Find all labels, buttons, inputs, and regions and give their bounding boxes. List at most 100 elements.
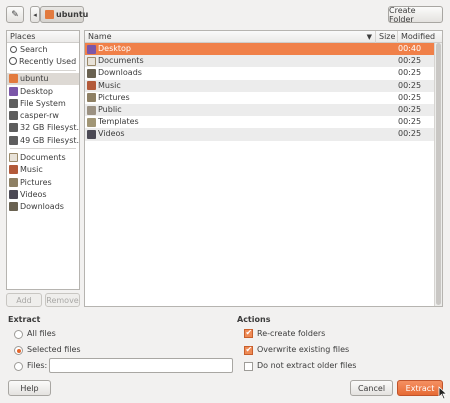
edit-location-button[interactable]: ✎ — [6, 6, 24, 23]
cancel-label: Cancel — [357, 383, 386, 393]
all-files-label[interactable]: All files — [27, 329, 56, 338]
folder-templates-icon — [87, 117, 96, 127]
file-name-cell: Downloads — [87, 67, 142, 79]
help-button[interactable]: Help — [8, 380, 51, 396]
file-modified: 00:40 — [398, 44, 422, 53]
sidebar-item-music[interactable]: Music — [7, 164, 79, 176]
left-arrow-icon: ◂ — [33, 10, 37, 19]
folder-music-icon — [87, 81, 96, 91]
file-modified: 00:25 — [398, 105, 422, 114]
table-row[interactable]: Desktop 00:40 — [85, 43, 434, 56]
recent-icon — [9, 57, 17, 66]
column-size[interactable]: Size — [376, 31, 398, 43]
overwrite-files-checkbox[interactable] — [244, 345, 253, 355]
table-row[interactable]: Public 00:25 — [85, 104, 434, 117]
file-modified: 00:25 — [398, 80, 422, 90]
sidebar-item-label: Search — [20, 44, 48, 54]
search-icon — [10, 45, 17, 53]
sidebar-item-casper-rw[interactable]: casper-rw — [7, 109, 79, 121]
home-icon — [45, 10, 54, 19]
sidebar-item-label: 49 GB Filesyst... — [20, 135, 79, 145]
file-name-cell: Pictures — [87, 92, 130, 104]
no-older-files-checkbox[interactable] — [244, 362, 253, 371]
column-modified[interactable]: Modified — [398, 31, 442, 43]
remove-label: Remove — [46, 295, 79, 305]
file-name: Videos — [98, 129, 125, 139]
places-separator — [10, 148, 76, 150]
recreate-folders-label[interactable]: Re-create folders — [257, 329, 325, 338]
places-separator — [10, 69, 76, 71]
file-name-cell: Templates — [87, 116, 139, 128]
selected-files-radio[interactable] — [14, 346, 23, 355]
sidebar-item-search[interactable]: Search — [7, 43, 79, 55]
sidebar-item-label: File System — [20, 98, 66, 108]
folder-videos-icon — [87, 129, 96, 139]
sidebar-item-downloads[interactable]: Downloads — [7, 201, 79, 213]
folder-downloads-icon — [87, 68, 96, 78]
folder-music-icon — [9, 165, 18, 175]
folder-videos-icon — [9, 189, 18, 199]
recreate-folders-checkbox[interactable] — [244, 328, 253, 338]
home-icon — [9, 74, 18, 84]
pencil-icon: ✎ — [11, 9, 19, 20]
file-modified: 00:25 — [398, 129, 422, 139]
sidebar-item-label: ubuntu — [20, 74, 49, 84]
table-row[interactable]: Templates 00:25 — [85, 116, 434, 128]
scrollbar-thumb[interactable] — [436, 43, 441, 305]
folder-public-icon — [87, 105, 96, 115]
file-name-cell: Music — [87, 80, 121, 92]
create-folder-button[interactable]: Create Folder — [388, 5, 443, 24]
overwrite-files-label[interactable]: Overwrite existing files — [257, 345, 349, 354]
cancel-button[interactable]: Cancel — [350, 380, 393, 396]
remove-place-button[interactable]: Remove — [45, 293, 80, 307]
sidebar-item-recently-used[interactable]: Recently Used — [7, 55, 79, 67]
column-name[interactable]: Name ▼ — [85, 31, 376, 43]
files-pattern-radio[interactable] — [14, 362, 23, 371]
places-list: Search Recently Used ubuntu Desktop File Sys… — [7, 43, 79, 213]
all-files-radio[interactable] — [14, 330, 23, 339]
sidebar-item-49-gb-filesyst[interactable]: 49 GB Filesyst... — [7, 134, 79, 146]
sidebar-item-file-system[interactable]: File System — [7, 97, 79, 109]
sidebar-item-label: Pictures — [20, 177, 52, 187]
sort-down-icon: ▼ — [366, 33, 372, 41]
folder-documents-icon — [87, 56, 96, 66]
sidebar-item-label: Music — [20, 165, 43, 175]
extract-title: Extract — [8, 315, 41, 324]
sidebar-item-pictures[interactable]: Pictures — [7, 176, 79, 188]
desktop-icon — [9, 86, 18, 96]
folder-pictures-icon — [9, 177, 18, 187]
create-folder-label: Create Folder — [389, 5, 416, 24]
add-place-button[interactable]: Add — [6, 293, 42, 307]
table-row[interactable]: Downloads 00:25 — [85, 67, 434, 79]
file-name-cell: Public — [87, 104, 122, 116]
file-name: Public — [98, 105, 122, 114]
sidebar-item-32-gb-filesyst[interactable]: 32 GB Filesyst... — [7, 122, 79, 134]
files-pattern-input[interactable] — [49, 358, 233, 373]
file-list[interactable]: Name ▼ Size Modified Desktop 00:40 Documen… — [84, 30, 443, 307]
mouse-cursor-icon — [438, 386, 448, 400]
back-path-button[interactable]: ◂ — [30, 6, 40, 23]
places-sidebar[interactable]: Places Search Recently Used ubuntu Desktop F… — [6, 30, 80, 290]
selected-files-label[interactable]: Selected files — [27, 345, 81, 354]
table-row[interactable]: Music 00:25 — [85, 79, 434, 92]
files-pattern-label[interactable]: Files: — [27, 361, 47, 370]
sidebar-item-ubuntu[interactable]: ubuntu — [7, 72, 79, 85]
sidebar-item-desktop[interactable]: Desktop — [7, 85, 79, 97]
file-name-cell: Videos — [87, 128, 125, 140]
sidebar-item-label: Downloads — [20, 202, 64, 212]
sidebar-item-label: Videos — [20, 189, 47, 199]
sidebar-item-label: Documents — [20, 153, 66, 163]
vertical-scrollbar[interactable] — [434, 43, 442, 306]
file-modified: 00:25 — [398, 56, 422, 66]
folder-downloads-icon — [9, 202, 18, 212]
table-row[interactable]: Pictures 00:25 — [85, 92, 434, 104]
file-modified: 00:25 — [398, 117, 422, 127]
sidebar-item-documents[interactable]: Documents — [7, 151, 79, 163]
table-row[interactable]: Videos 00:25 — [85, 128, 434, 141]
sidebar-item-videos[interactable]: Videos — [7, 188, 79, 200]
path-button-ubuntu[interactable]: ubuntu — [40, 6, 88, 23]
sidebar-item-label: Desktop — [20, 86, 53, 96]
table-row[interactable]: Documents 00:25 — [85, 55, 434, 68]
extract-button[interactable]: Extract — [397, 380, 443, 396]
no-older-files-label[interactable]: Do not extract older files — [257, 361, 356, 370]
